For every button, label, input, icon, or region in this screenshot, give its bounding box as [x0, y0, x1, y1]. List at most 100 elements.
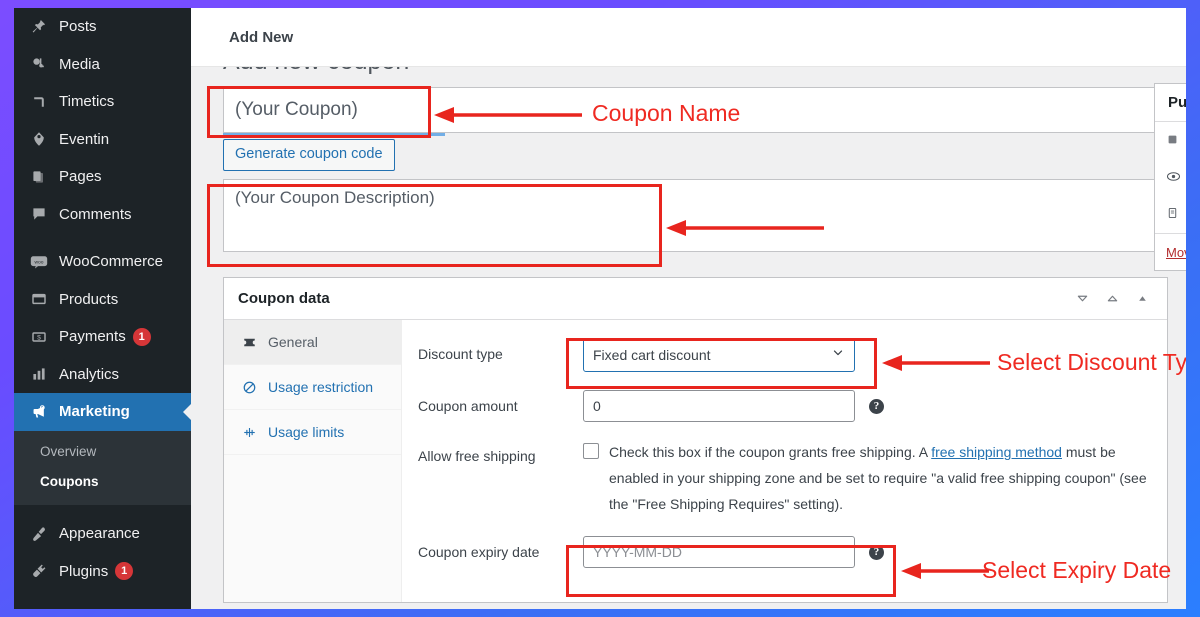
- sidebar-item-media[interactable]: Media: [14, 46, 191, 84]
- discount-type-select[interactable]: Fixed cart discount: [583, 338, 855, 373]
- eventin-icon: [26, 131, 52, 147]
- sidebar-separator-2: [14, 505, 191, 515]
- coupon-data-header: Coupon data: [224, 278, 1167, 321]
- annotation-arrow-expiry-date: [901, 563, 989, 579]
- move-to-trash-link[interactable]: Move to Trash: [1166, 245, 1186, 260]
- page-title: Add new coupon: [223, 67, 409, 76]
- plugins-badge: 1: [115, 562, 134, 581]
- coupon-data-tabs: General Usage restriction Usage limits: [224, 320, 402, 603]
- sidebar-item-pages[interactable]: Pages: [14, 158, 191, 196]
- sidebar-item-label: Marketing: [59, 403, 130, 421]
- free-shipping-text-before: Check this box if the coupon grants free…: [609, 444, 932, 461]
- coupon-data-metabox: Coupon data General Usage restriction Us…: [223, 277, 1168, 604]
- coupon-expiry-label: Coupon expiry date: [418, 544, 540, 561]
- payments-badge: 1: [132, 327, 151, 346]
- annotation-arrow-coupon-description: [666, 220, 824, 236]
- coupon-amount-input[interactable]: [583, 390, 855, 423]
- free-shipping-method-link[interactable]: free shipping method: [931, 444, 1062, 460]
- annotation-arrow-discount-type: [882, 355, 990, 371]
- discount-type-label: Discount type: [418, 346, 503, 363]
- move-up-icon[interactable]: [1067, 284, 1097, 314]
- help-tip-icon[interactable]: ?: [869, 544, 884, 560]
- timetics-icon: [26, 94, 52, 110]
- publish-metabox: Publish Save Draft Preview Status: Draft: [1154, 83, 1186, 271]
- generate-coupon-code-button[interactable]: Generate coupon code: [223, 139, 395, 172]
- eye-icon: [1166, 170, 1181, 186]
- sidebar-item-label: Payments: [59, 328, 126, 346]
- ticket-icon: [238, 335, 260, 350]
- sidebar-item-label: Plugins: [59, 562, 109, 580]
- products-icon: [26, 291, 52, 307]
- annotation-label-discount-type: Select Discount Type: [997, 349, 1186, 375]
- limits-icon: [238, 425, 260, 440]
- allow-free-shipping-label: Allow free shipping: [418, 448, 536, 465]
- publish-metabox-title: Publish: [1155, 84, 1186, 122]
- coupon-editor: Generate coupon code (Your Coupon Descri…: [191, 87, 1186, 604]
- main-content: Add New Add new coupon Generate coupon c…: [191, 8, 1186, 609]
- tab-general[interactable]: General: [224, 320, 401, 366]
- annotation-label-expiry-date: Select Expiry Date: [982, 557, 1172, 583]
- field-coupon-amount: Coupon amount ?: [418, 390, 1151, 423]
- move-down-icon[interactable]: [1097, 284, 1127, 314]
- annotation-arrow-coupon-name: [434, 107, 582, 123]
- comments-icon: [26, 206, 52, 222]
- sidebar-item-label: Analytics: [59, 365, 120, 383]
- publish-row-preview[interactable]: Preview: [1155, 159, 1186, 196]
- appearance-icon: [26, 526, 52, 542]
- sidebar-item-comments[interactable]: Comments: [14, 196, 191, 234]
- toggle-panel-icon[interactable]: [1127, 284, 1157, 314]
- sidebar-item-analytics[interactable]: Analytics: [14, 356, 191, 394]
- sidebar-item-products[interactable]: Products: [14, 281, 191, 319]
- sidebar-item-marketing[interactable]: Marketing: [14, 393, 191, 431]
- sidebar-item-label: Appearance: [59, 525, 140, 543]
- sidebar-item-overview[interactable]: Overview: [14, 437, 191, 467]
- add-new-tab[interactable]: Add New: [229, 29, 293, 46]
- marketing-submenu: Overview Coupons: [14, 430, 191, 505]
- page-title-area: Add new coupon: [191, 67, 1186, 83]
- tab-usage-restriction[interactable]: Usage restriction: [224, 365, 401, 411]
- media-icon: [26, 56, 52, 72]
- sidebar-item-label: Posts: [59, 18, 97, 36]
- coupon-expiry-date-input[interactable]: [583, 536, 855, 569]
- sidebar-item-label: Eventin: [59, 130, 110, 148]
- sidebar-item-eventin[interactable]: Eventin: [14, 121, 191, 159]
- save-draft-icon: [1166, 133, 1179, 149]
- tab-usage-limits[interactable]: Usage limits: [224, 410, 401, 456]
- svg-text:$: $: [37, 334, 41, 341]
- sidebar-item-coupons[interactable]: Coupons: [14, 467, 191, 497]
- publish-row-save-draft[interactable]: Save Draft: [1155, 122, 1186, 159]
- svg-text:woo: woo: [35, 260, 44, 265]
- sidebar-item-appearance[interactable]: Appearance: [14, 515, 191, 553]
- analytics-icon: [26, 366, 52, 382]
- allow-free-shipping-description: Check this box if the coupon grants free…: [599, 440, 1151, 518]
- sidebar-separator: [14, 233, 191, 243]
- help-tip-icon[interactable]: ?: [869, 398, 884, 414]
- sidebar-item-label: Comments: [59, 205, 132, 223]
- coupon-amount-label: Coupon amount: [418, 398, 518, 415]
- allow-free-shipping-checkbox[interactable]: [583, 443, 599, 460]
- sidebar-item-label: WooCommerce: [59, 253, 163, 271]
- pages-icon: [26, 169, 52, 185]
- status-icon: [1166, 206, 1179, 223]
- block-icon: [238, 380, 260, 395]
- publish-row-trash[interactable]: Move to Trash: [1155, 233, 1186, 270]
- sidebar-item-label: Products: [59, 290, 119, 308]
- admin-sidebar: Posts Media Timetics Eventin Pages Comme…: [14, 8, 191, 609]
- payments-icon: $: [26, 329, 52, 345]
- sidebar-item-label: Pages: [59, 168, 102, 186]
- sidebar-item-plugins[interactable]: Plugins 1: [14, 553, 191, 591]
- sidebar-item-woocommerce[interactable]: woo WooCommerce: [14, 243, 191, 281]
- title-focus-underline: [223, 133, 445, 136]
- woocommerce-icon: woo: [26, 255, 52, 269]
- sidebar-item-timetics[interactable]: Timetics: [14, 83, 191, 121]
- publish-row-status[interactable]: Status: Draft: [1155, 196, 1186, 233]
- sidebar-item-label: Timetics: [59, 93, 115, 111]
- megaphone-icon: [26, 403, 52, 420]
- browser-viewport: Posts Media Timetics Eventin Pages Comme…: [14, 8, 1186, 609]
- admin-topbar: Add New: [191, 8, 1186, 67]
- annotation-label-coupon-name: Coupon Name: [592, 100, 741, 126]
- tab-label: Usage limits: [268, 424, 345, 441]
- sidebar-item-posts[interactable]: Posts: [14, 8, 191, 46]
- tab-label: Usage restriction: [268, 379, 374, 396]
- sidebar-item-payments[interactable]: $ Payments 1: [14, 318, 191, 356]
